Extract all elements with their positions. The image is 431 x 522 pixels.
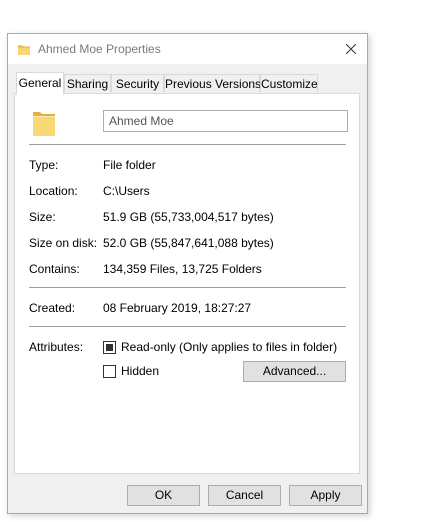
folder-name-input[interactable]: [103, 110, 348, 132]
tab-sharing[interactable]: Sharing: [64, 74, 111, 92]
size-on-disk-value: 52.0 GB (55,847,641,088 bytes): [103, 236, 274, 250]
type-label: Type:: [29, 158, 59, 172]
created-label: Created:: [29, 301, 76, 315]
tab-customize[interactable]: Customize: [260, 74, 318, 92]
size-value: 51.9 GB (55,733,004,517 bytes): [103, 210, 274, 224]
location-value: C:\Users: [103, 184, 150, 198]
folder-icon: [33, 112, 55, 136]
folder-icon: [18, 45, 30, 55]
separator: [29, 326, 346, 327]
readonly-label[interactable]: Read-only (Only applies to files in fold…: [121, 340, 337, 354]
size-on-disk-label: Size on disk:: [29, 236, 98, 250]
cancel-button[interactable]: Cancel: [208, 485, 281, 506]
separator: [29, 287, 346, 288]
tab-general[interactable]: General: [16, 72, 64, 95]
contains-label: Contains:: [29, 262, 80, 276]
separator: [29, 144, 346, 145]
attributes-label: Attributes:: [29, 340, 84, 354]
created-value: 08 February 2019, 18:27:27: [103, 301, 252, 315]
size-label: Size:: [29, 210, 56, 224]
apply-button[interactable]: Apply: [289, 485, 362, 506]
tab-security[interactable]: Security: [111, 74, 164, 92]
readonly-checkbox[interactable]: [103, 341, 116, 354]
type-value: File folder: [103, 158, 156, 172]
contains-value: 134,359 Files, 13,725 Folders: [103, 262, 262, 276]
hidden-checkbox[interactable]: [103, 365, 116, 378]
advanced-button[interactable]: Advanced...: [243, 361, 346, 382]
hidden-label[interactable]: Hidden: [121, 364, 159, 378]
title-bar[interactable]: Ahmed Moe Properties: [8, 34, 367, 64]
window-title: Ahmed Moe Properties: [38, 42, 161, 56]
close-icon: [346, 44, 356, 54]
properties-dialog: Ahmed Moe Properties General Sharing Sec…: [7, 33, 368, 514]
ok-button[interactable]: OK: [127, 485, 200, 506]
general-panel: Type: File folder Location: C:\Users Siz…: [14, 93, 360, 474]
close-button[interactable]: [335, 34, 367, 64]
tab-previous-versions[interactable]: Previous Versions: [164, 74, 261, 92]
location-label: Location:: [29, 184, 78, 198]
